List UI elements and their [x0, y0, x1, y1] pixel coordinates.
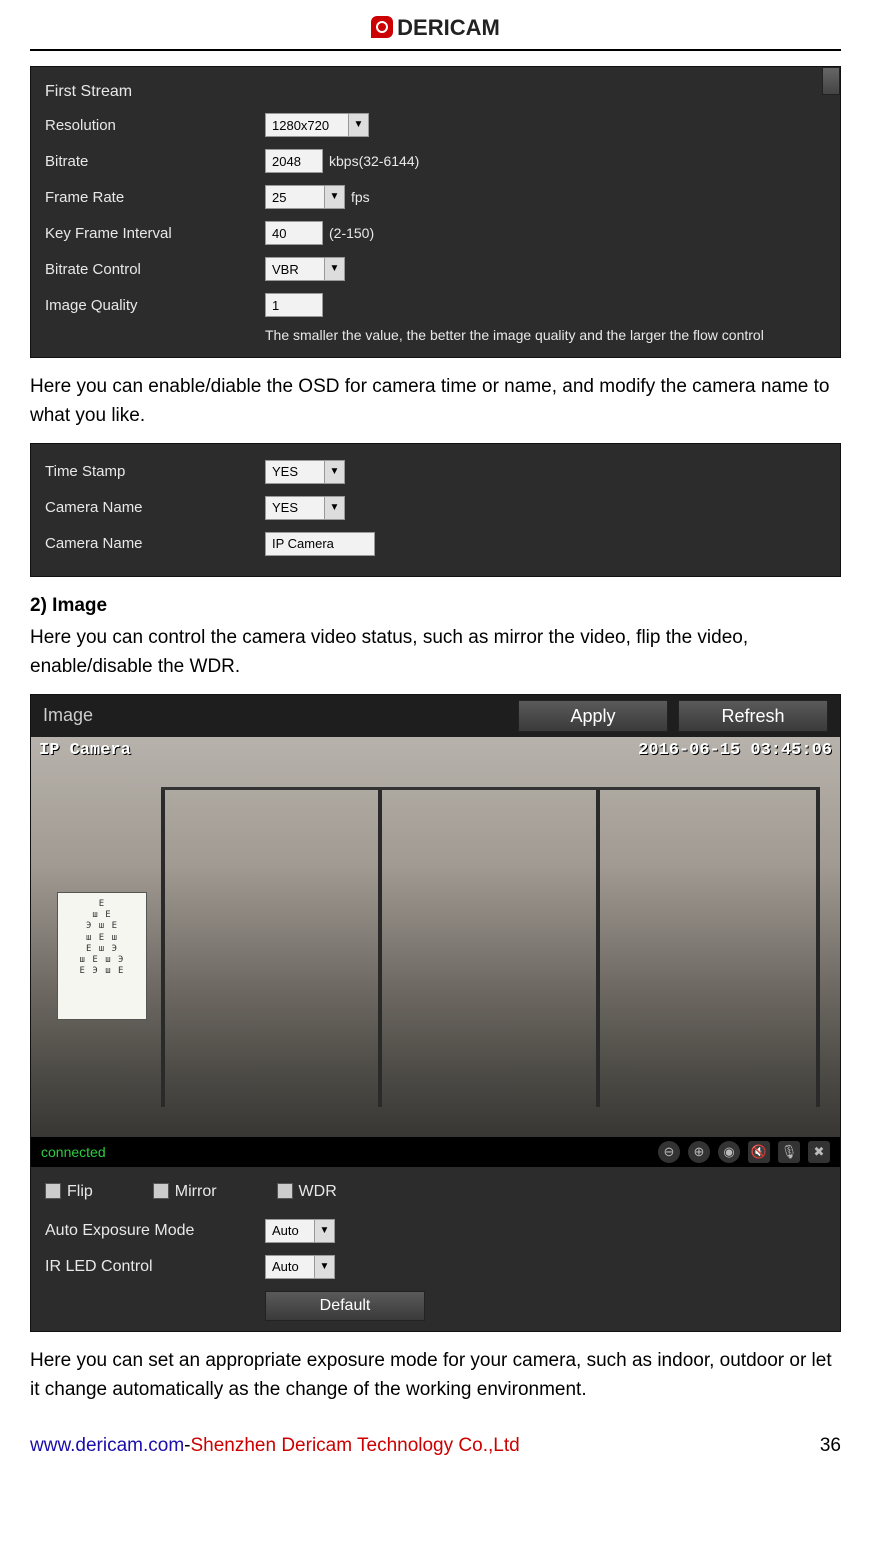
dropdown-arrow-icon: ▼	[324, 461, 344, 483]
page-number: 36	[820, 1435, 841, 1457]
section-2-text: Here you can control the camera video st…	[30, 623, 841, 682]
brand-logo: DERICAM	[371, 15, 500, 40]
timestamp-label: Time Stamp	[45, 463, 265, 480]
connection-status: connected	[41, 1144, 650, 1160]
settings-icon[interactable]: ✖	[808, 1141, 830, 1163]
mirror-label: Mirror	[175, 1183, 217, 1200]
dropdown-arrow-icon: ▼	[324, 497, 344, 519]
first-stream-title: First Stream	[45, 83, 265, 101]
image-panel-title: Image	[43, 705, 508, 726]
flip-checkbox-wrap[interactable]: Flip	[45, 1183, 93, 1201]
overlay-timestamp: 2016-06-15 03:45:06	[638, 741, 832, 760]
resolution-value: 1280x720	[266, 118, 335, 133]
default-button[interactable]: Default	[265, 1291, 425, 1321]
keyframe-input[interactable]: 40	[265, 221, 323, 245]
framerate-select[interactable]: 25 ▼	[265, 185, 345, 209]
scene-glass-wall	[161, 787, 820, 1107]
aemode-value: Auto	[266, 1223, 305, 1238]
keyframe-label: Key Frame Interval	[45, 225, 265, 242]
imgquality-input[interactable]: 1	[265, 293, 323, 317]
footer-url: www.dericam.com	[30, 1435, 184, 1456]
dropdown-arrow-icon: ▼	[324, 258, 344, 280]
mirror-checkbox[interactable]	[153, 1183, 169, 1199]
camname-txt-label: Camera Name	[45, 535, 265, 552]
image-panel-header: Image Apply Refresh	[31, 695, 840, 737]
brcontrol-value: VBR	[266, 262, 305, 277]
mic-mute-icon[interactable]: 🎙	[778, 1141, 800, 1163]
wdr-checkbox-wrap[interactable]: WDR	[277, 1183, 337, 1201]
image-panel: Image Apply Refresh IP Camera 2016-06-15…	[30, 694, 841, 1332]
resolution-label: Resolution	[45, 117, 265, 134]
overlay-camera-name: IP Camera	[39, 741, 131, 760]
timestamp-select[interactable]: YES ▼	[265, 460, 345, 484]
dropdown-arrow-icon: ▼	[324, 186, 344, 208]
irled-value: Auto	[266, 1259, 305, 1274]
bitrate-label: Bitrate	[45, 153, 265, 170]
dropdown-arrow-icon: ▼	[348, 114, 368, 136]
camname-input[interactable]: IP Camera	[265, 532, 375, 556]
flip-label: Flip	[67, 1183, 93, 1200]
imgquality-label: Image Quality	[45, 297, 265, 314]
irled-select[interactable]: Auto ▼	[265, 1255, 335, 1279]
dropdown-arrow-icon: ▼	[314, 1256, 334, 1278]
wdr-checkbox[interactable]	[277, 1183, 293, 1199]
imgquality-helper: The smaller the value, the better the im…	[45, 323, 826, 343]
bitrate-input[interactable]: 2048	[265, 149, 323, 173]
mirror-checkbox-wrap[interactable]: Mirror	[153, 1183, 217, 1201]
camname-sel-label: Camera Name	[45, 499, 265, 516]
page-footer: www.dericam.com-Shenzhen Dericam Technol…	[30, 1435, 841, 1457]
flip-checkbox[interactable]	[45, 1183, 61, 1199]
brand-icon	[371, 16, 393, 38]
zoom-in-icon[interactable]: ⊕	[688, 1141, 710, 1163]
scrollbar-thumb[interactable]	[822, 67, 840, 95]
video-status-bar: connected ⊖ ⊕ ◉ 🔇 🎙 ✖	[31, 1137, 840, 1167]
brcontrol-label: Bitrate Control	[45, 261, 265, 278]
wdr-label: WDR	[299, 1183, 337, 1200]
irled-label: IR LED Control	[45, 1258, 265, 1276]
footer-left: www.dericam.com-Shenzhen Dericam Technol…	[30, 1435, 520, 1457]
eye-chart-poster: E ш E Э ш E ш E ш E ш Э ш E ш Э E Э ш E	[57, 892, 147, 1020]
framerate-value: 25	[266, 190, 292, 205]
refresh-button[interactable]: Refresh	[678, 700, 828, 732]
framerate-label: Frame Rate	[45, 189, 265, 206]
image-controls: Flip Mirror WDR Auto Exposure Mode Auto …	[31, 1167, 840, 1331]
aemode-select[interactable]: Auto ▼	[265, 1219, 335, 1243]
first-stream-panel: First Stream Resolution 1280x720 ▼ Bitra…	[30, 66, 841, 358]
bitrate-hint: kbps(32-6144)	[329, 153, 419, 169]
keyframe-hint: (2-150)	[329, 225, 374, 241]
page-header: DERICAM	[30, 15, 841, 51]
timestamp-value: YES	[266, 464, 304, 479]
dropdown-arrow-icon: ▼	[314, 1220, 334, 1242]
exposure-description: Here you can set an appropriate exposure…	[30, 1346, 841, 1405]
framerate-unit: fps	[351, 189, 370, 205]
brcontrol-select[interactable]: VBR ▼	[265, 257, 345, 281]
zoom-out-icon[interactable]: ⊖	[658, 1141, 680, 1163]
aemode-label: Auto Exposure Mode	[45, 1222, 265, 1240]
section-2-heading: 2) Image	[30, 595, 841, 617]
brand-text: DERICAM	[397, 15, 500, 40]
resolution-select[interactable]: 1280x720 ▼	[265, 113, 369, 137]
osd-description: Here you can enable/diable the OSD for c…	[30, 372, 841, 431]
footer-company: Shenzhen Dericam Technology Co.,Ltd	[190, 1435, 519, 1456]
speaker-mute-icon[interactable]: 🔇	[748, 1141, 770, 1163]
camname-select[interactable]: YES ▼	[265, 496, 345, 520]
camname-sel-value: YES	[266, 500, 304, 515]
apply-button[interactable]: Apply	[518, 700, 668, 732]
record-icon[interactable]: ◉	[718, 1141, 740, 1163]
video-preview: IP Camera 2016-06-15 03:45:06 E ш E Э ш …	[31, 737, 840, 1167]
osd-panel: Time Stamp YES ▼ Camera Name YES ▼ Camer…	[30, 443, 841, 577]
